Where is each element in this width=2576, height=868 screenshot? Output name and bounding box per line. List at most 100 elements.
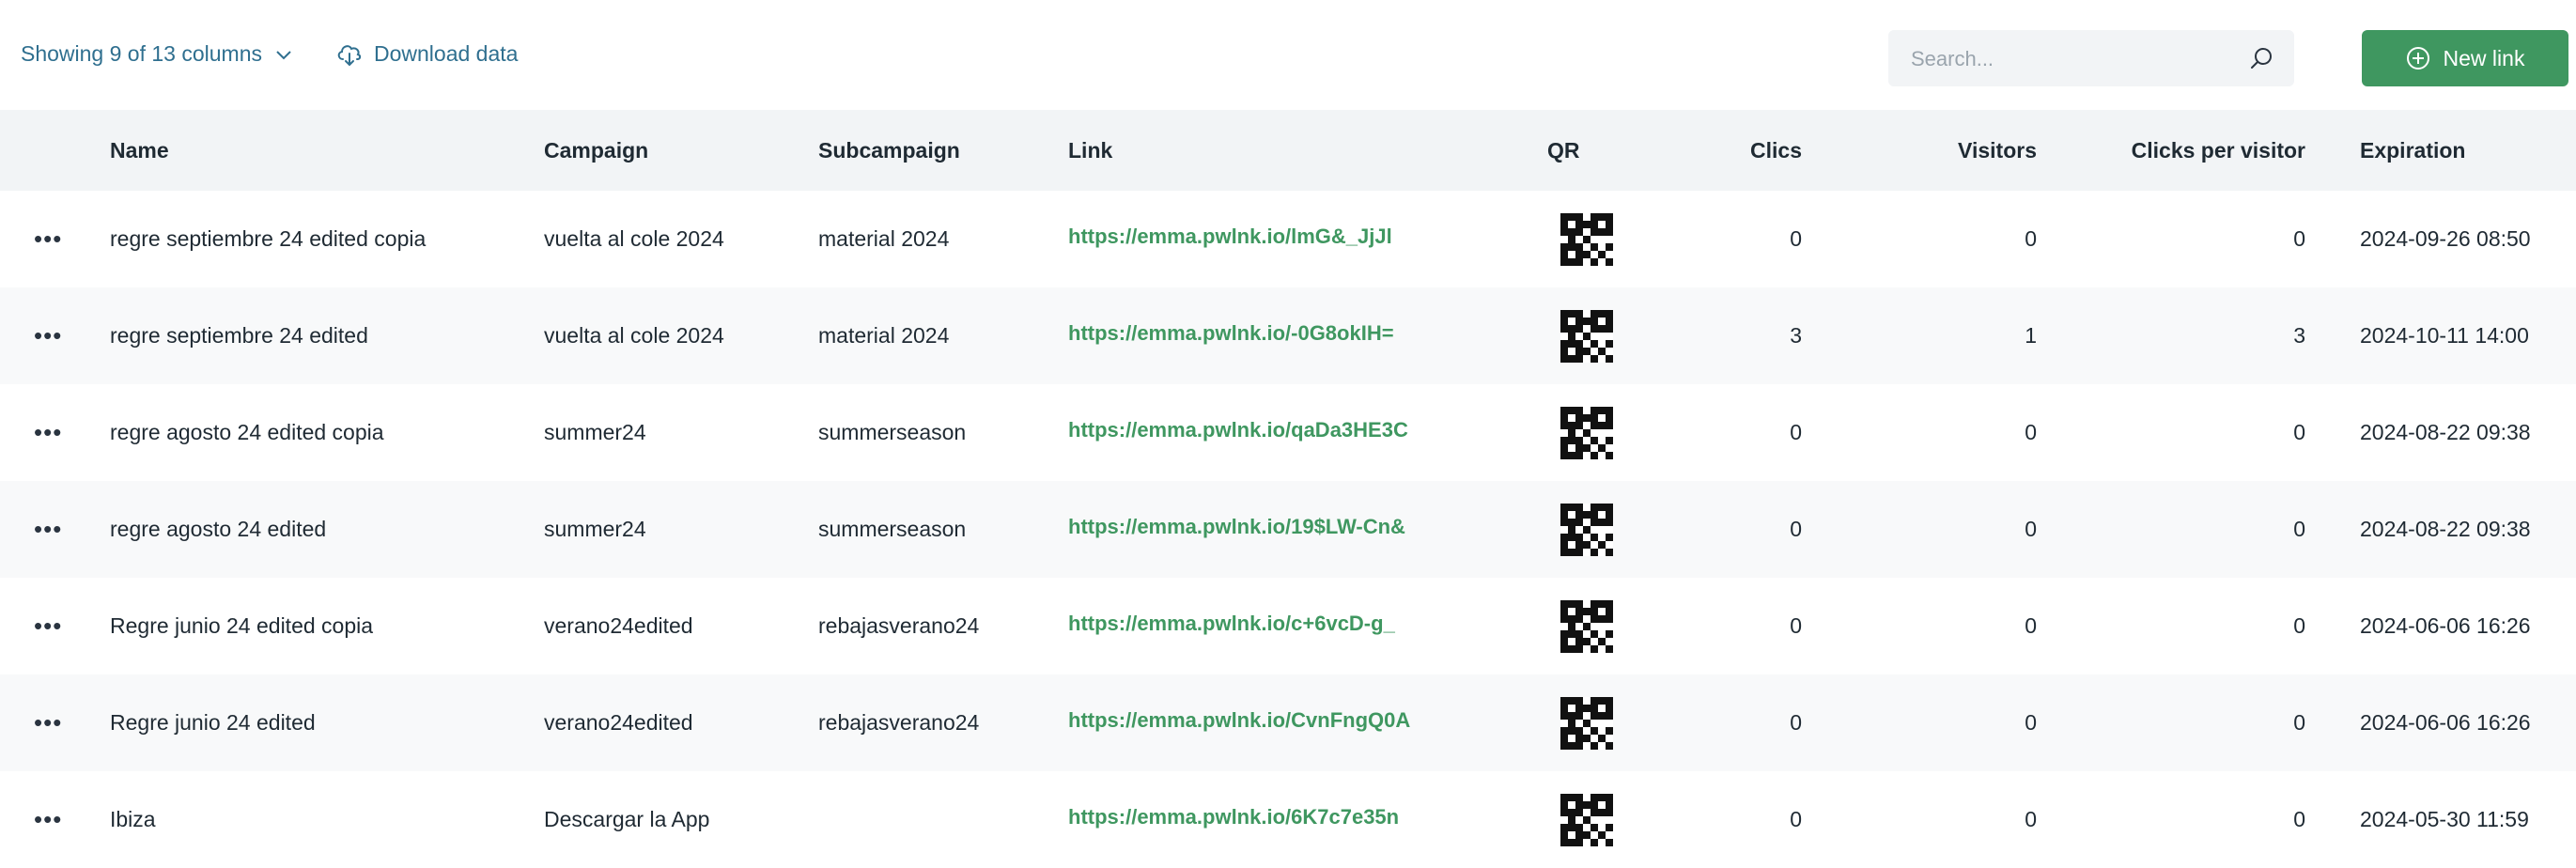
- visitors-count: 0: [2025, 613, 2037, 638]
- qr-code-icon[interactable]: [1560, 599, 1613, 653]
- expiration-date: 2024-08-22 09:38: [2360, 420, 2531, 444]
- visitors-count: 0: [2025, 420, 2037, 444]
- columns-selector-label: Showing 9 of 13 columns: [21, 41, 262, 66]
- clics-count: 0: [1790, 226, 1802, 251]
- qr-code-icon[interactable]: [1560, 503, 1613, 556]
- link-subcampaign: material 2024: [818, 226, 950, 251]
- short-link[interactable]: https://emma.pwlnk.io/c+6vcD-g_: [1068, 578, 1547, 674]
- link-campaign: verano24edited: [544, 710, 693, 735]
- link-subcampaign: summerseason: [818, 420, 967, 444]
- clicks-per-visitor-value: 3: [2293, 323, 2305, 348]
- link-campaign: summer24: [544, 420, 646, 444]
- more-actions-icon[interactable]: •••: [0, 708, 62, 736]
- link-name: regre septiembre 24 edited: [110, 323, 368, 348]
- visitors-count: 0: [2025, 807, 2037, 831]
- link-name: Regre junio 24 edited: [110, 710, 316, 735]
- search-box: [1888, 30, 2294, 88]
- clicks-per-visitor-value: 0: [2293, 226, 2305, 251]
- clicks-per-visitor-value: 0: [2293, 420, 2305, 444]
- qr-code-icon[interactable]: [1560, 212, 1613, 266]
- table-row: ••• regre agosto 24 edited copia summer2…: [0, 384, 2576, 481]
- more-actions-icon[interactable]: •••: [0, 805, 62, 833]
- link-subcampaign: material 2024: [818, 323, 950, 348]
- columns-selector[interactable]: Showing 9 of 13 columns: [21, 41, 292, 67]
- qr-code-icon[interactable]: [1560, 406, 1613, 459]
- table-row: ••• regre septiembre 24 edited copia vue…: [0, 191, 2576, 287]
- link-subcampaign: summerseason: [818, 517, 967, 541]
- column-header-qr[interactable]: QR: [1547, 110, 1655, 191]
- link-name: regre agosto 24 edited copia: [110, 420, 384, 444]
- link-subcampaign: rebajasverano24: [818, 613, 980, 638]
- search-input[interactable]: [1909, 30, 2251, 88]
- short-link[interactable]: https://emma.pwlnk.io/qaDa3HE3C: [1068, 384, 1547, 481]
- short-link[interactable]: https://emma.pwlnk.io/lmG&_JjJl: [1068, 191, 1547, 287]
- link-campaign: vuelta al cole 2024: [544, 226, 724, 251]
- link-name: Ibiza: [110, 807, 156, 831]
- column-header-visitors[interactable]: Visitors: [1802, 110, 2037, 191]
- more-actions-icon[interactable]: •••: [0, 225, 62, 253]
- column-header-link[interactable]: Link: [1068, 110, 1547, 191]
- expiration-date: 2024-10-11 14:00: [2360, 323, 2529, 348]
- column-header-clics[interactable]: Clics: [1655, 110, 1802, 191]
- visitors-count: 0: [2025, 226, 2037, 251]
- link-name: regre agosto 24 edited: [110, 517, 327, 541]
- table-toolbar: Showing 9 of 13 columns Download data Ne…: [0, 0, 2576, 110]
- column-header-clicks-per-visitor[interactable]: Clicks per visitor: [2037, 110, 2305, 191]
- cloud-download-icon: [337, 44, 362, 66]
- clics-count: 3: [1790, 323, 1802, 348]
- new-link-button[interactable]: New link: [2362, 30, 2568, 86]
- more-actions-icon[interactable]: •••: [0, 612, 62, 640]
- column-header-expiration[interactable]: Expiration: [2305, 110, 2576, 191]
- link-subcampaign: rebajasverano24: [818, 710, 980, 735]
- qr-code-icon[interactable]: [1560, 696, 1613, 750]
- table-row: ••• Regre junio 24 edited verano24edited…: [0, 674, 2576, 771]
- visitors-count: 0: [2025, 710, 2037, 735]
- link-campaign: vuelta al cole 2024: [544, 323, 724, 348]
- column-header-campaign[interactable]: Campaign: [544, 110, 818, 191]
- clics-count: 0: [1790, 807, 1802, 831]
- link-name: Regre junio 24 edited copia: [110, 613, 374, 638]
- new-link-label: New link: [2443, 45, 2525, 70]
- links-table: Name Campaign Subcampaign Link QR Clics …: [0, 110, 2576, 868]
- table-row: ••• regre agosto 24 edited summer24 summ…: [0, 481, 2576, 578]
- clics-count: 0: [1790, 517, 1802, 541]
- visitors-count: 0: [2025, 517, 2037, 541]
- short-link[interactable]: https://emma.pwlnk.io/6K7c7e35n: [1068, 771, 1547, 868]
- column-header-name[interactable]: Name: [110, 110, 544, 191]
- clicks-per-visitor-value: 0: [2293, 517, 2305, 541]
- qr-code-icon[interactable]: [1560, 793, 1613, 846]
- clics-count: 0: [1790, 420, 1802, 444]
- chevron-down-icon: [276, 50, 291, 59]
- search-icon[interactable]: [2249, 46, 2273, 75]
- download-data-label: Download data: [374, 41, 519, 66]
- table-row: ••• Regre junio 24 edited copia verano24…: [0, 578, 2576, 674]
- clics-count: 0: [1790, 710, 1802, 735]
- download-data-button[interactable]: Download data: [336, 41, 518, 67]
- plus-circle-icon: [2406, 47, 2429, 70]
- column-header-subcampaign[interactable]: Subcampaign: [818, 110, 1068, 191]
- table-row: ••• regre septiembre 24 edited vuelta al…: [0, 287, 2576, 384]
- table-row: ••• Ibiza Descargar la App https://emma.…: [0, 771, 2576, 868]
- clicks-per-visitor-value: 0: [2293, 807, 2305, 831]
- more-actions-icon[interactable]: •••: [0, 515, 62, 543]
- expiration-date: 2024-08-22 09:38: [2360, 517, 2531, 541]
- expiration-date: 2024-06-06 16:26: [2360, 613, 2531, 638]
- expiration-date: 2024-06-06 16:26: [2360, 710, 2531, 735]
- table-header-row: Name Campaign Subcampaign Link QR Clics …: [0, 110, 2576, 191]
- clics-count: 0: [1790, 613, 1802, 638]
- link-campaign: summer24: [544, 517, 646, 541]
- link-campaign: verano24edited: [544, 613, 693, 638]
- clicks-per-visitor-value: 0: [2293, 710, 2305, 735]
- short-link[interactable]: https://emma.pwlnk.io/-0G8okIH=: [1068, 287, 1547, 384]
- expiration-date: 2024-09-26 08:50: [2360, 226, 2531, 251]
- link-subcampaign: [818, 771, 1068, 868]
- expiration-date: 2024-05-30 11:59: [2360, 807, 2529, 831]
- visitors-count: 1: [2025, 323, 2037, 348]
- more-actions-icon[interactable]: •••: [0, 418, 62, 446]
- link-campaign: Descargar la App: [544, 807, 710, 831]
- qr-code-icon[interactable]: [1560, 309, 1613, 363]
- more-actions-icon[interactable]: •••: [0, 321, 62, 349]
- clicks-per-visitor-value: 0: [2293, 613, 2305, 638]
- short-link[interactable]: https://emma.pwlnk.io/CvnFngQ0A: [1068, 674, 1547, 771]
- short-link[interactable]: https://emma.pwlnk.io/19$LW-Cn&: [1068, 481, 1547, 578]
